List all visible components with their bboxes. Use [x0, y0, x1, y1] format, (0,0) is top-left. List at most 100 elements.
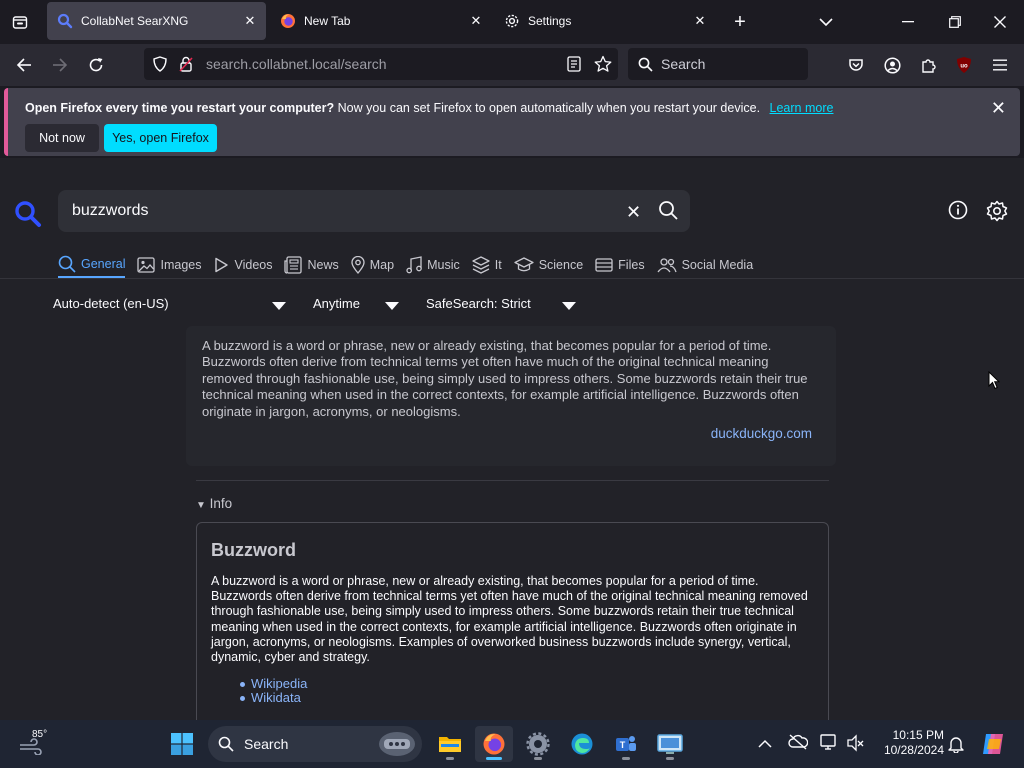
search-highlight-icon [378, 730, 416, 763]
notification-bell-icon[interactable] [948, 735, 964, 758]
category-tabs: General Images Videos News Map Music It [58, 252, 765, 278]
chevron-down-icon[interactable] [385, 302, 399, 310]
running-indicator [666, 757, 674, 760]
search-box[interactable]: buzzwords ✕ [58, 190, 690, 232]
extensions-puzzle-icon[interactable] [918, 55, 938, 75]
preferences-gear-icon[interactable] [986, 200, 1008, 227]
url-text: search.collabnet.local/search [206, 56, 387, 72]
category-music[interactable]: Music [406, 252, 460, 278]
list-all-tabs-chevron-icon[interactable] [816, 12, 836, 32]
remote-desktop-taskbar-button[interactable] [651, 726, 689, 762]
bookmark-star-icon[interactable] [594, 55, 612, 73]
category-label: General [81, 257, 126, 271]
category-videos[interactable]: Videos [213, 252, 272, 278]
search-icon [58, 255, 76, 273]
search-icon [57, 13, 73, 29]
system-clock[interactable]: 10:15 PM 10/28/2024 [872, 728, 944, 758]
search-query-input[interactable]: buzzwords [72, 202, 148, 220]
tab-strip: CollabNet SearXNG ✕ New Tab ✕ Settings ✕… [0, 0, 1024, 44]
newspaper-icon [284, 256, 303, 274]
play-icon [215, 257, 229, 273]
settings-taskbar-button[interactable] [519, 726, 557, 762]
wikipedia-link[interactable]: Wikipedia [239, 677, 307, 691]
category-it[interactable]: It [472, 252, 502, 278]
not-now-button[interactable]: Not now [25, 124, 99, 152]
category-science[interactable]: Science [514, 252, 583, 278]
copilot-icon[interactable] [980, 731, 1006, 762]
category-label: Science [538, 258, 584, 272]
category-news[interactable]: News [284, 252, 339, 278]
minimize-icon[interactable] [898, 12, 918, 32]
windows-taskbar: 85° Search T 10:15 PM 10/28/2024 [0, 720, 1024, 768]
reader-view-icon[interactable] [566, 56, 582, 72]
close-tab-icon[interactable]: ✕ [242, 13, 258, 29]
ublock-origin-icon[interactable]: uo [954, 55, 974, 75]
url-bar[interactable]: search.collabnet.local/search [144, 48, 618, 80]
searxng-results-page: buzzwords ✕ General Images Videos News M… [0, 158, 1024, 720]
search-icon [638, 57, 653, 72]
close-tab-icon[interactable]: ✕ [468, 13, 484, 29]
category-social-media[interactable]: Social Media [657, 252, 753, 278]
volume-muted-icon[interactable] [846, 734, 864, 757]
tab-collabnet-searxng[interactable]: CollabNet SearXNG ✕ [47, 2, 266, 40]
hamburger-menu-icon[interactable] [990, 55, 1010, 75]
category-map[interactable]: Map [351, 252, 394, 278]
music-note-icon [406, 256, 422, 274]
edge-logo-icon [571, 733, 593, 755]
account-icon[interactable] [882, 55, 902, 75]
map-pin-icon [351, 256, 365, 274]
new-tab-plus-icon[interactable]: + [730, 11, 750, 33]
wikidata-link[interactable]: Wikidata [239, 691, 307, 705]
learn-more-link[interactable]: Learn more [770, 101, 834, 115]
info-toggle[interactable]: ▼ Info [196, 496, 232, 511]
infobox-links: Wikipedia Wikidata [239, 677, 307, 705]
show-hidden-icons-chevron-icon[interactable] [758, 736, 772, 754]
divider [196, 480, 829, 481]
back-arrow-icon[interactable] [14, 55, 34, 75]
web-search-bar[interactable]: Search [628, 48, 808, 80]
url-host: search.collabnet.local [206, 56, 341, 72]
chevron-down-icon[interactable] [272, 302, 286, 310]
close-window-icon[interactable] [990, 12, 1010, 32]
firefox-logo-icon [483, 733, 505, 755]
info-circle-icon[interactable] [948, 200, 968, 225]
reload-icon[interactable] [86, 55, 106, 75]
teams-taskbar-button[interactable]: T [607, 726, 645, 762]
time-range-select[interactable]: Anytime [313, 296, 360, 311]
restore-icon[interactable] [945, 12, 965, 32]
edge-taskbar-button[interactable] [563, 726, 601, 762]
firefox-view-icon[interactable] [10, 12, 30, 32]
tracking-protection-shield-icon[interactable] [152, 56, 168, 72]
taskbar-search-box[interactable]: Search [208, 726, 422, 762]
pocket-icon[interactable] [846, 55, 866, 75]
searxng-logo-icon[interactable] [14, 200, 42, 233]
info-toggle-label: Info [209, 496, 233, 511]
forward-arrow-icon[interactable] [50, 55, 70, 75]
language-select[interactable]: Auto-detect (en-US) [53, 296, 169, 311]
category-label: News [307, 258, 339, 272]
running-indicator [622, 757, 630, 760]
firefox-taskbar-button[interactable] [475, 726, 513, 762]
network-monitor-icon[interactable] [820, 734, 840, 757]
tab-settings[interactable]: Settings ✕ [494, 2, 716, 40]
running-indicator [446, 757, 454, 760]
chevron-down-icon[interactable] [562, 302, 576, 310]
category-general[interactable]: General [58, 252, 126, 278]
layers-icon [472, 256, 490, 274]
answer-source-link[interactable]: duckduckgo.com [711, 426, 812, 441]
windows-logo-icon [171, 733, 193, 755]
navigation-toolbar: search.collabnet.local/search Search uo [0, 44, 1024, 86]
close-notification-icon[interactable]: ✕ [991, 98, 1006, 119]
safesearch-select[interactable]: SafeSearch: Strict [426, 296, 531, 311]
file-explorer-taskbar-button[interactable] [431, 726, 469, 762]
clear-search-icon[interactable]: ✕ [626, 202, 641, 223]
tab-new-tab[interactable]: New Tab ✕ [270, 2, 492, 40]
onedrive-cloud-icon[interactable] [788, 734, 809, 755]
close-tab-icon[interactable]: ✕ [692, 13, 708, 29]
yes-open-firefox-button[interactable]: Yes, open Firefox [104, 124, 217, 152]
category-images[interactable]: Images [137, 252, 201, 278]
search-submit-icon[interactable] [658, 200, 678, 225]
start-button[interactable] [163, 726, 201, 762]
insecure-lock-icon[interactable] [178, 56, 194, 72]
category-files[interactable]: Files [595, 252, 645, 278]
